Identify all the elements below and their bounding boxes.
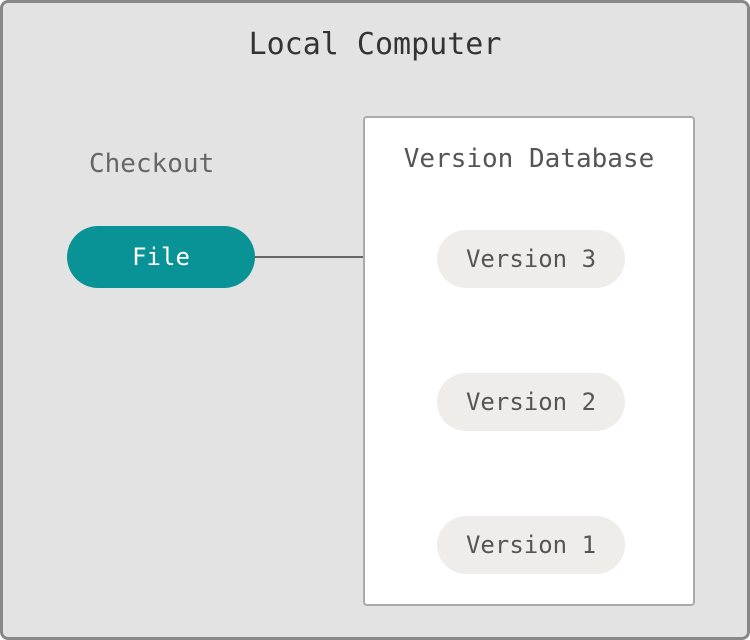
file-node: File xyxy=(67,226,255,288)
checkout-label: Checkout xyxy=(89,149,214,179)
version-node-2: Version 2 xyxy=(437,373,625,431)
diagram-title: Local Computer xyxy=(3,27,747,62)
version-node-3: Version 3 xyxy=(437,230,625,288)
version-label: Version 1 xyxy=(466,531,596,559)
version-database-title: Version Database xyxy=(365,144,693,174)
version-database-box: Version Database Version 3 Version 2 Ver… xyxy=(363,116,695,606)
diagram-canvas: Local Computer Checkout File Version Dat… xyxy=(0,0,750,640)
version-label: Version 2 xyxy=(466,388,596,416)
file-label: File xyxy=(132,243,190,271)
version-label: Version 3 xyxy=(466,245,596,273)
version-node-1: Version 1 xyxy=(437,516,625,574)
